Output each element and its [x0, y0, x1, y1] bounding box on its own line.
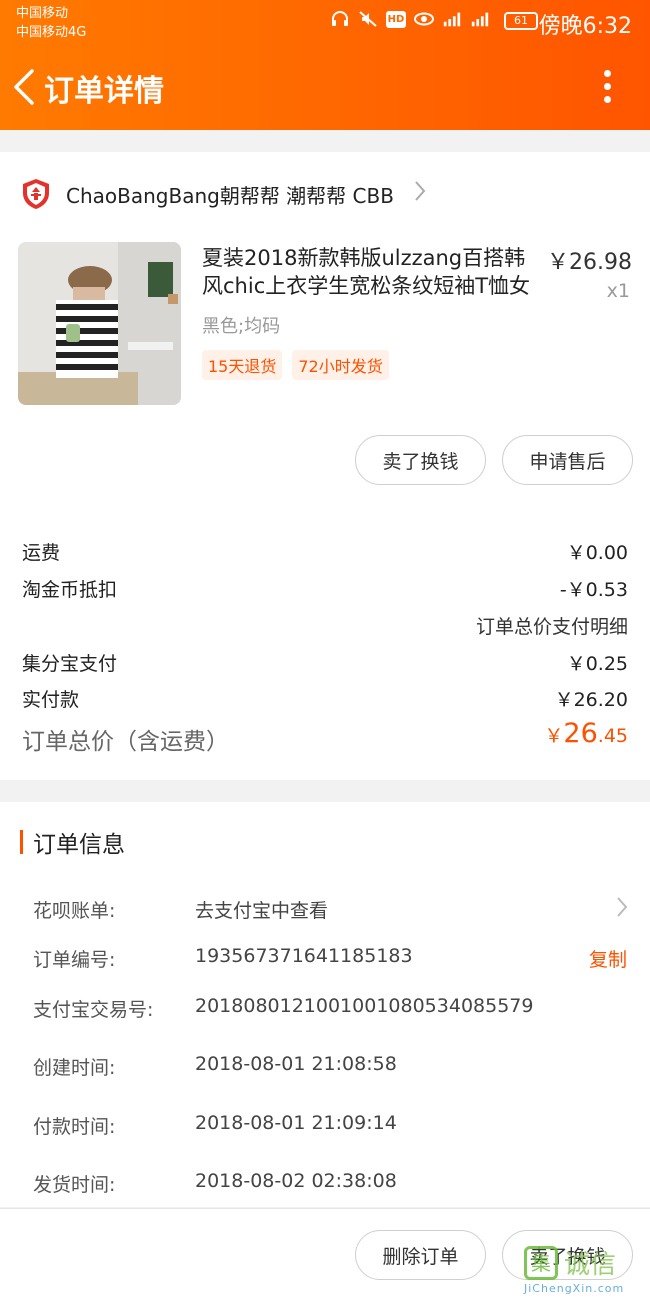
watermark-url: JiChengXin.com — [524, 1282, 625, 1295]
fee-row-jifenbao: 集分宝支付 ￥0.25 — [22, 649, 628, 676]
fee-row-coin: 淘金币抵扣 -￥0.53 — [22, 575, 628, 602]
fee-row-shipping: 运费 ￥0.00 — [22, 538, 628, 565]
page-title: 订单详情 — [44, 74, 164, 109]
order-item-card: ChaoBangBang朝帮帮 潮帮帮 CBB 夏装2018新款韩版ulzzan… — [0, 152, 650, 780]
more-menu-button[interactable] — [604, 70, 612, 104]
jifenbao-value: ￥0.25 — [566, 653, 628, 675]
shop-shield-icon — [23, 179, 49, 209]
more-dot — [604, 70, 611, 77]
huabei-label: 花呗账单: — [33, 900, 116, 922]
shop-row[interactable]: ChaoBangBang朝帮帮 潮帮帮 CBB — [22, 174, 426, 214]
more-dot — [604, 83, 611, 90]
section-title: 订单信息 — [33, 832, 125, 858]
product-tags: 15天退货 72小时发货 — [202, 350, 389, 380]
tag-return: 15天退货 — [202, 350, 283, 380]
paid-time-value: 2018-08-01 21:09:14 — [195, 1112, 397, 1134]
order-info-card: 订单信息 花呗账单: 去支付宝中查看 订单编号: 193567371641185… — [0, 802, 650, 1207]
carrier-info: 中国移动 中国移动4G — [16, 4, 86, 42]
total-decimal: .45 — [597, 725, 628, 747]
paid-label: 实付款 — [22, 689, 80, 711]
mute-icon — [358, 10, 378, 28]
huabei-value: 去支付宝中查看 — [195, 900, 329, 922]
watermark: 集 诚信 JiChengXin.com — [524, 1244, 644, 1296]
created-value: 2018-08-01 21:08:58 — [195, 1053, 397, 1075]
coin-label: 淘金币抵扣 — [22, 579, 118, 601]
watermark-logo-icon: 集 — [524, 1246, 558, 1280]
paid-value: ￥26.20 — [554, 689, 628, 711]
paid-time-label: 付款时间: — [33, 1116, 116, 1138]
shop-name: ChaoBangBang朝帮帮 潮帮帮 CBB — [66, 183, 394, 208]
app-header: 中国移动 中国移动4G HD 61 傍晚6:32 订单详情 — [0, 0, 650, 130]
section-accent-bar — [20, 830, 23, 854]
alipay-value: 2018080121001001080534085579 — [195, 995, 534, 1017]
total-label: 订单总价（含运费） — [22, 729, 229, 755]
product-spec: 黑色;均码 — [202, 316, 281, 337]
chevron-left-icon — [14, 69, 34, 105]
sell-for-cash-button[interactable]: 卖了换钱 — [355, 435, 486, 485]
product-thumbnail[interactable] — [18, 242, 181, 405]
order-no-label: 订单编号: — [33, 949, 116, 971]
bottom-action-bar: 删除订单 卖了换钱 集 诚信 JiChengXin.com — [0, 1208, 650, 1300]
total-integer: 26 — [563, 718, 598, 749]
signal-icon — [442, 10, 462, 28]
product-price: ￥26.98 — [547, 250, 632, 275]
headphones-icon — [330, 10, 350, 28]
jifenbao-label: 集分宝支付 — [22, 653, 118, 675]
product-quantity: x1 — [606, 280, 630, 302]
created-label: 创建时间: — [33, 1057, 116, 1079]
product-photo — [18, 242, 181, 405]
coin-value: -￥0.53 — [559, 579, 628, 601]
after-sale-button[interactable]: 申请售后 — [502, 435, 633, 485]
product-title[interactable]: 夏装2018新款韩版ulzzang百搭韩风chic上衣学生宽松条纹短袖T恤女 — [202, 244, 532, 300]
order-info-header: 订单信息 — [20, 828, 125, 858]
shipped-label: 发货时间: — [33, 1174, 116, 1196]
eye-icon — [414, 10, 434, 28]
carrier-secondary: 中国移动4G — [16, 25, 87, 40]
hd-icon: HD — [386, 10, 406, 28]
delete-order-button[interactable]: 删除订单 — [355, 1230, 486, 1280]
total-currency: ￥ — [544, 725, 564, 747]
status-icons: HD — [330, 10, 490, 28]
shipping-value: ￥0.00 — [566, 542, 628, 564]
total-value: ￥26.45 — [544, 718, 628, 749]
alipay-label: 支付宝交易号: — [33, 999, 154, 1021]
fee-row-paid: 实付款 ￥26.20 — [22, 685, 628, 712]
battery-icon: 61 — [504, 12, 538, 30]
status-clock: 傍晚6:32 — [538, 14, 632, 39]
chevron-right-icon — [414, 180, 426, 208]
order-no-value: 193567371641185183 — [195, 945, 413, 967]
signal-4g-icon — [470, 10, 490, 28]
more-dot — [604, 96, 611, 103]
carrier-primary: 中国移动 — [16, 6, 69, 21]
chevron-right-icon — [616, 896, 628, 924]
payment-detail-link[interactable]: 订单总价支付明细 — [476, 612, 628, 639]
shipping-label: 运费 — [22, 542, 61, 564]
watermark-text: 诚信 — [564, 1250, 617, 1280]
status-bar: 中国移动 中国移动4G HD 61 傍晚6:32 — [0, 0, 650, 44]
copy-button[interactable]: 复制 — [589, 945, 627, 972]
shipped-value: 2018-08-02 02:38:08 — [195, 1170, 397, 1192]
back-button[interactable] — [12, 68, 36, 106]
tag-shipping: 72小时发货 — [292, 350, 389, 380]
